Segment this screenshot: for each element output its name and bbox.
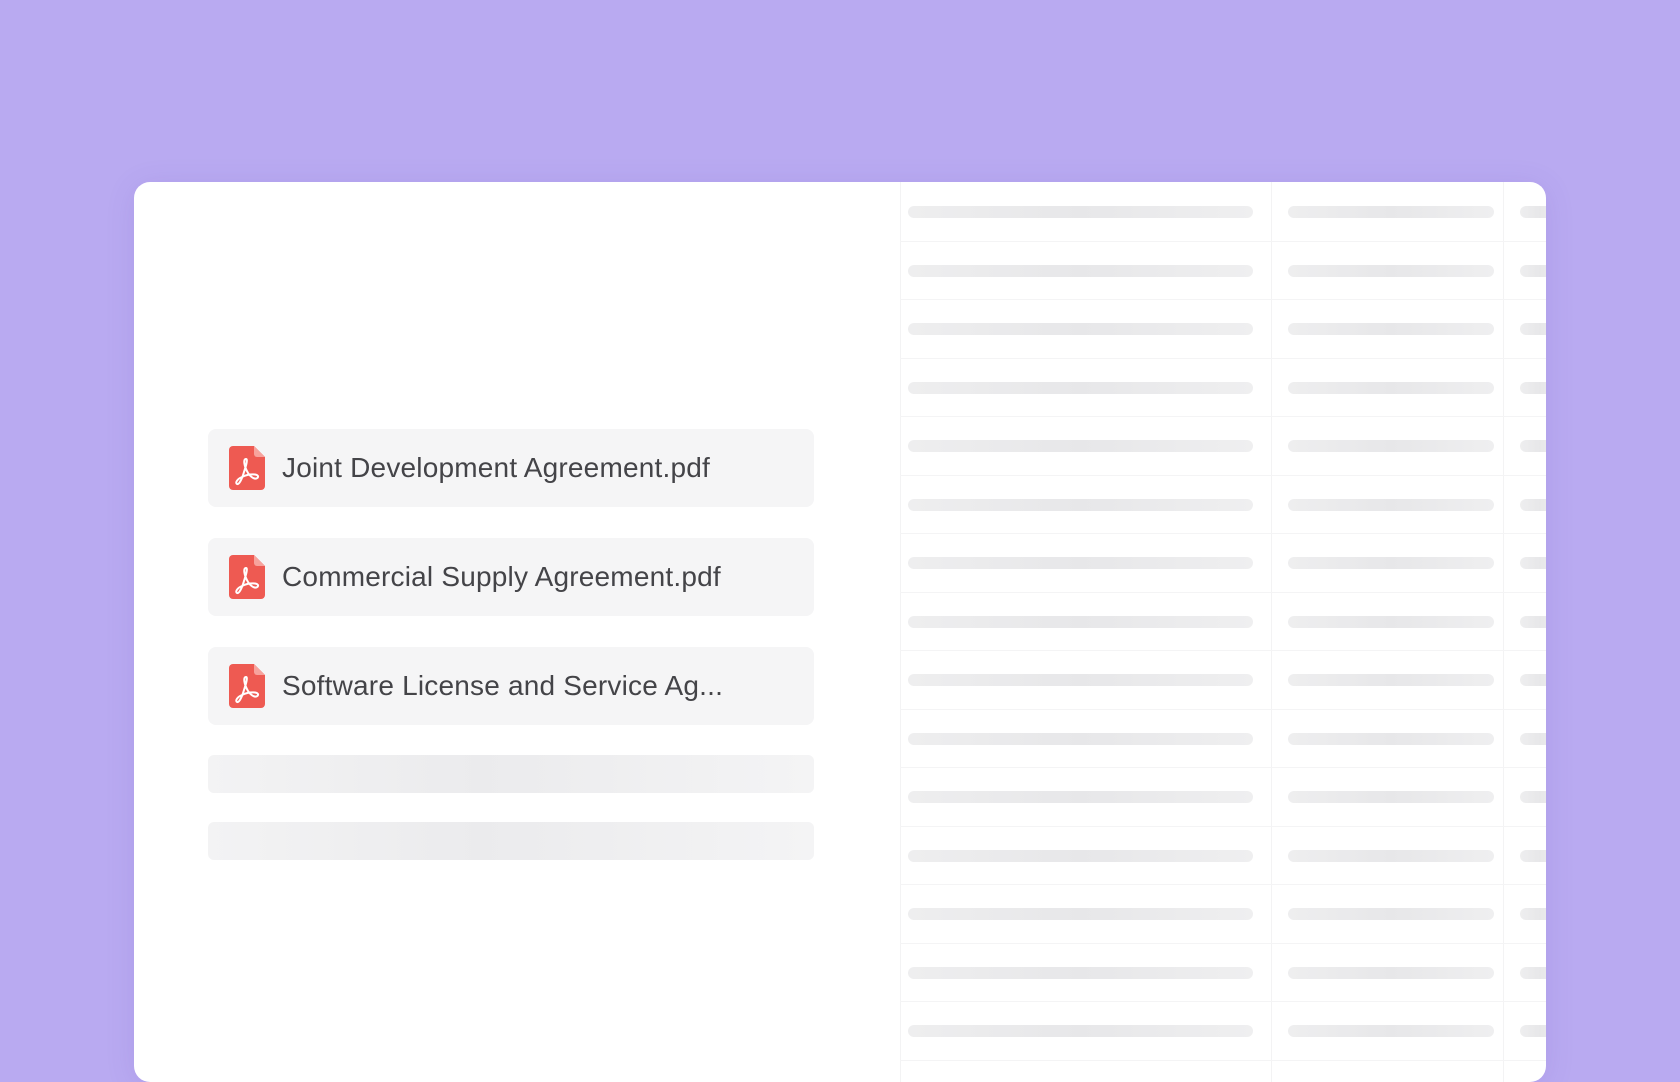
skeleton-cell: [1288, 733, 1494, 745]
skeleton-cell: [1288, 791, 1494, 803]
skeleton-cell: [908, 323, 1253, 335]
skeleton-cell: [908, 908, 1253, 920]
skeleton-cell: [1520, 674, 1546, 686]
skeleton-row: [900, 826, 1546, 886]
loading-placeholder: [208, 822, 814, 860]
skeleton-row: [900, 182, 1546, 242]
skeleton-row: [900, 358, 1546, 418]
skeleton-cell: [1288, 499, 1494, 511]
skeleton-cell: [908, 850, 1253, 862]
skeleton-cell: [1520, 265, 1546, 277]
skeleton-cell: [1520, 557, 1546, 569]
skeleton-row: [900, 884, 1546, 944]
skeleton-cell: [1288, 440, 1494, 452]
file-name: Joint Development Agreement.pdf: [282, 452, 710, 484]
skeleton-cell: [908, 967, 1253, 979]
skeleton-row: [900, 592, 1546, 652]
skeleton-cell: [908, 206, 1253, 218]
skeleton-cell: [908, 557, 1253, 569]
loading-placeholder: [208, 755, 814, 793]
skeleton-row: [900, 943, 1546, 1003]
file-item[interactable]: Joint Development Agreement.pdf: [208, 429, 814, 507]
skeleton-cell: [908, 265, 1253, 277]
loading-table-placeholder: [900, 182, 1546, 1082]
skeleton-cell: [1288, 1025, 1494, 1037]
file-list: Joint Development Agreement.pdf Commerci…: [208, 429, 814, 889]
skeleton-row: [900, 650, 1546, 710]
skeleton-cell: [908, 791, 1253, 803]
skeleton-row: [900, 299, 1546, 359]
skeleton-cell: [908, 1025, 1253, 1037]
skeleton-cell: [908, 499, 1253, 511]
skeleton-cell: [1520, 499, 1546, 511]
document-card: Joint Development Agreement.pdf Commerci…: [134, 182, 1546, 1082]
skeleton-row: [900, 475, 1546, 535]
skeleton-row: [900, 533, 1546, 593]
skeleton-cell: [908, 616, 1253, 628]
skeleton-cell: [1520, 733, 1546, 745]
skeleton-cell: [1288, 967, 1494, 979]
skeleton-row: [900, 709, 1546, 769]
skeleton-cell: [1288, 674, 1494, 686]
skeleton-row: [900, 1001, 1546, 1061]
skeleton-cell: [1288, 206, 1494, 218]
skeleton-cell: [1520, 440, 1546, 452]
skeleton-row: [900, 767, 1546, 827]
skeleton-cell: [1288, 265, 1494, 277]
skeleton-row: [900, 241, 1546, 301]
skeleton-cell: [1288, 323, 1494, 335]
skeleton-cell: [1520, 206, 1546, 218]
skeleton-cell: [1288, 557, 1494, 569]
file-name: Software License and Service Ag...: [282, 670, 723, 702]
skeleton-row: [900, 1060, 1546, 1082]
skeleton-cell: [908, 674, 1253, 686]
skeleton-cell: [1288, 382, 1494, 394]
skeleton-cell: [908, 733, 1253, 745]
skeleton-cell: [1288, 908, 1494, 920]
skeleton-cell: [1288, 850, 1494, 862]
skeleton-cell: [1520, 616, 1546, 628]
pdf-icon: [229, 555, 265, 599]
skeleton-cell: [1520, 791, 1546, 803]
file-item[interactable]: Commercial Supply Agreement.pdf: [208, 538, 814, 616]
file-item[interactable]: Software License and Service Ag...: [208, 647, 814, 725]
pdf-icon: [229, 664, 265, 708]
file-name: Commercial Supply Agreement.pdf: [282, 561, 721, 593]
skeleton-cell: [1520, 967, 1546, 979]
skeleton-cell: [1288, 616, 1494, 628]
skeleton-cell: [1520, 908, 1546, 920]
skeleton-cell: [908, 440, 1253, 452]
skeleton-cell: [1520, 323, 1546, 335]
skeleton-cell: [1520, 382, 1546, 394]
skeleton-cell: [908, 382, 1253, 394]
skeleton-row: [900, 416, 1546, 476]
skeleton-cell: [1520, 1025, 1546, 1037]
skeleton-cell: [1520, 850, 1546, 862]
pdf-icon: [229, 446, 265, 490]
